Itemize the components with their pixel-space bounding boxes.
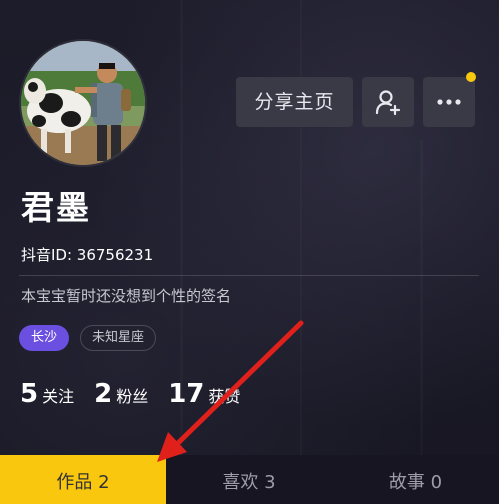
likes-label[interactable]: 获赞 <box>208 383 240 407</box>
stats-row: 5 关注 2 粉丝 17 获赞 <box>20 377 260 411</box>
add-friend-icon <box>375 90 401 116</box>
divider <box>19 275 479 276</box>
zodiac-tag[interactable]: 未知星座 <box>80 325 157 351</box>
notification-dot <box>466 72 476 82</box>
more-dots-icon <box>437 99 461 105</box>
avatar-photo <box>21 41 145 165</box>
tab-works[interactable]: 作品 2 <box>0 455 166 504</box>
profile-screen: 分享主页 君墨 抖音ID: 36756231 本宝宝暂时还没想到个性的签名 长沙… <box>0 0 499 504</box>
following-count[interactable]: 5 <box>20 377 38 411</box>
avatar[interactable] <box>19 39 147 167</box>
content-tabbar: 作品 2 喜欢 3 故事 0 <box>0 455 499 504</box>
following-label[interactable]: 关注 <box>42 383 74 407</box>
share-profile-button[interactable]: 分享主页 <box>236 77 353 127</box>
douyin-id: 抖音ID: 36756231 <box>21 246 154 264</box>
city-tag[interactable]: 长沙 <box>19 325 70 351</box>
more-options-button[interactable] <box>423 77 475 127</box>
nickname: 君墨 <box>21 188 91 227</box>
signature: 本宝宝暂时还没想到个性的签名 <box>21 287 232 305</box>
tab-likes[interactable]: 喜欢 3 <box>166 455 332 504</box>
add-friend-button[interactable] <box>362 77 414 127</box>
followers-count[interactable]: 2 <box>94 377 112 411</box>
tab-stories[interactable]: 故事 0 <box>332 455 499 504</box>
background-texture <box>420 140 423 460</box>
background-texture <box>300 0 302 460</box>
followers-label[interactable]: 粉丝 <box>116 383 148 407</box>
likes-count[interactable]: 17 <box>168 377 204 411</box>
